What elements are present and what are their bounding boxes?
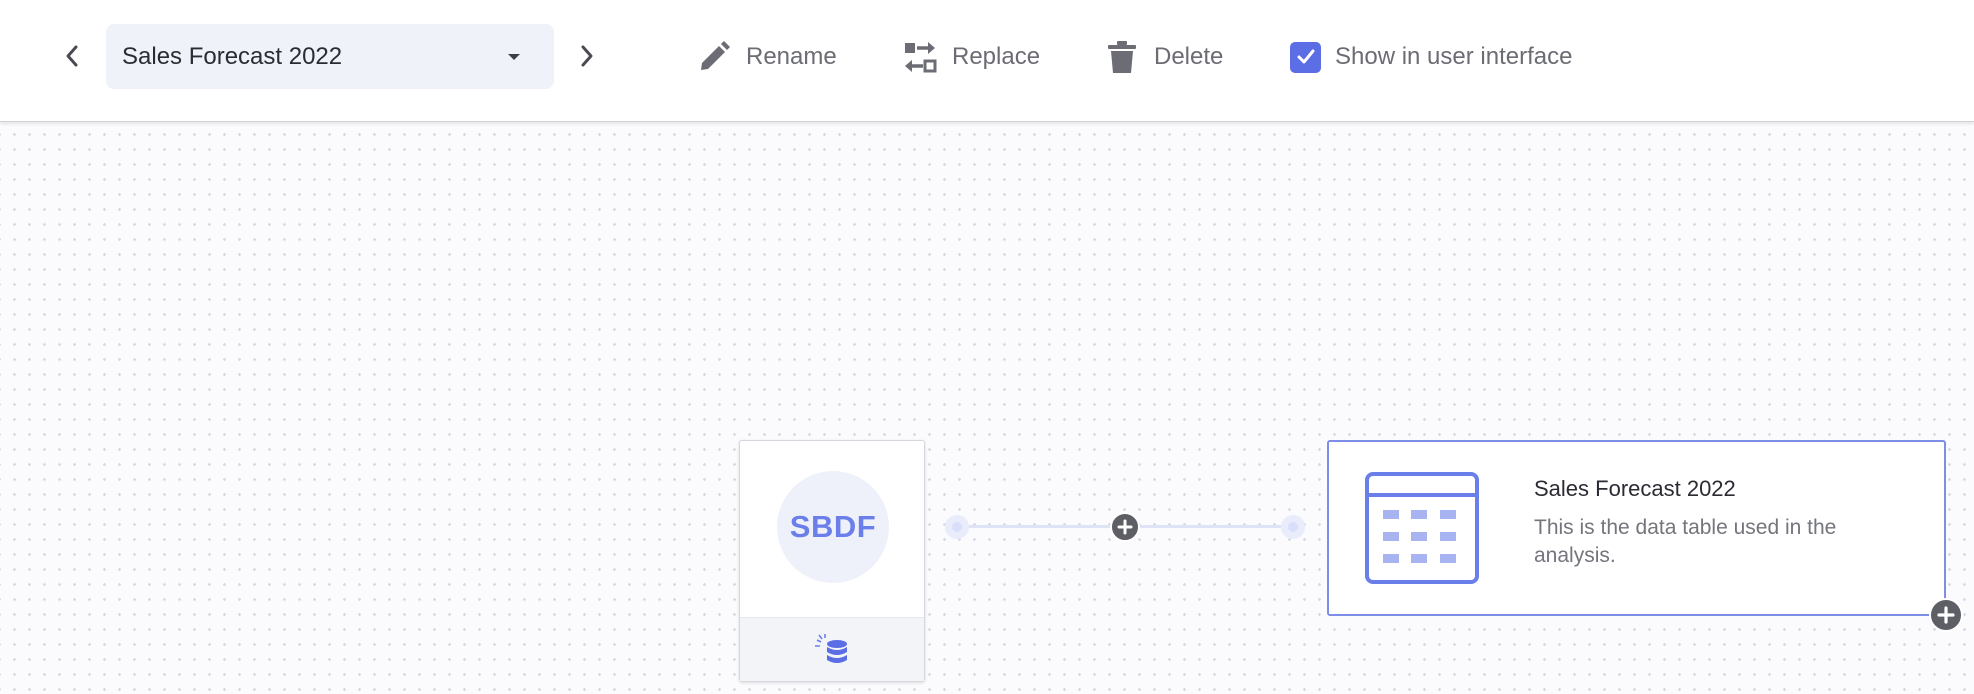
show-in-user-interface-toggle[interactable]: Show in user interface [1290, 36, 1572, 78]
plus-icon [1117, 519, 1133, 535]
add-transformation-button[interactable] [1110, 512, 1140, 542]
replace-label: Replace [952, 43, 1041, 70]
connector-port-right[interactable] [1281, 515, 1305, 539]
data-table-node[interactable]: Sales Forecast 2022 This is the data tab… [1327, 440, 1946, 616]
database-icon [815, 633, 847, 663]
rename-label: Rename [746, 43, 837, 70]
replace-button[interactable]: Replace [902, 36, 1040, 78]
show-in-user-interface-label: Show in user interface [1335, 43, 1573, 70]
data-table-description: This is the data table used in the analy… [1534, 516, 1837, 567]
chevron-left-icon [66, 45, 78, 67]
delete-label: Delete [1154, 43, 1224, 70]
trash-icon [1104, 39, 1140, 75]
source-footer [740, 617, 924, 681]
chevron-right-icon [581, 45, 593, 67]
delete-button[interactable]: Delete [1104, 36, 1223, 78]
data-table-title: Sales Forecast 2022 [1534, 476, 1736, 501]
data-table-dropdown-value: Sales Forecast 2022 [122, 42, 343, 70]
connector-port-left[interactable] [945, 515, 969, 539]
source-node-sbdf[interactable]: SBDF [739, 440, 925, 682]
toolbar: Sales Forecast 2022 Rename Replace Delet… [0, 0, 1974, 122]
data-table-dropdown[interactable]: Sales Forecast 2022 [106, 24, 554, 89]
plus-icon [1937, 606, 1955, 624]
pencil-icon [696, 39, 732, 75]
previous-table-button[interactable] [52, 36, 92, 76]
checkbox-checked-icon[interactable] [1290, 41, 1321, 73]
chevron-down-icon [508, 54, 520, 60]
data-table-icon [1365, 472, 1479, 584]
node-connector [945, 512, 1305, 542]
add-after-table-button[interactable] [1929, 598, 1963, 632]
source-badge-label: SBDF [789, 509, 877, 544]
next-table-button[interactable] [567, 36, 607, 76]
replace-icon [902, 39, 938, 75]
source-badge: SBDF [777, 471, 889, 583]
rename-button[interactable]: Rename [696, 36, 837, 78]
